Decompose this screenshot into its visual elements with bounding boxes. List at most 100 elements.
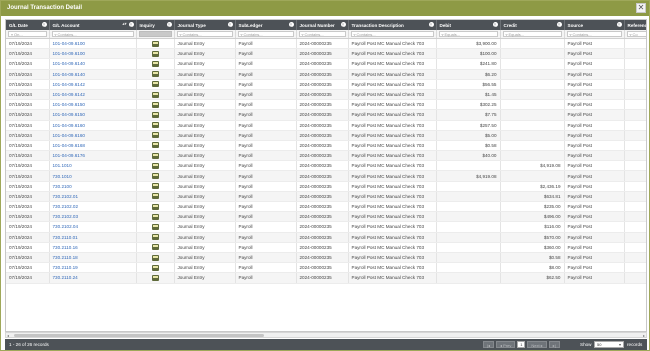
inquiry-cell[interactable] [136,252,175,264]
column-filter-input[interactable]: ▿Equals... [438,31,498,37]
table-row[interactable]: 07/19/2024 730.2100 Journal Entry Payroll 20… [6,181,646,192]
table-row[interactable]: 07/19/2024 730.2110.16 Journal Entry Payrol… [6,242,646,253]
gl-account-link[interactable]: 101-04-09.6140 [49,58,137,70]
table-row[interactable]: 07/19/2024 101-04-09.6160 Journal Entry Pay… [6,120,646,131]
scrollbar-thumb[interactable] [14,334,264,337]
page-size-select[interactable]: 50 [594,341,624,348]
gl-account-link[interactable]: 730.2110.24 [49,272,137,284]
inquiry-cell[interactable] [136,170,175,182]
inquiry-cell[interactable] [136,221,175,233]
column-header[interactable]: Transaction Description ⋮ [348,20,437,30]
column-filter-input[interactable]: ▿Co [626,31,646,37]
inquiry-icon[interactable] [151,213,159,220]
inquiry-cell[interactable] [136,99,175,111]
gl-account-link[interactable]: 730.1010 [49,170,137,182]
column-menu-icon[interactable]: ⋮ [227,22,233,27]
column-header[interactable]: Journal Number ⋮ [296,20,349,30]
inquiry-icon[interactable] [151,142,159,149]
inquiry-cell[interactable] [136,201,175,213]
gl-account-link[interactable]: 730.2102.01 [49,191,137,203]
table-row[interactable]: 07/19/2024 101-04-09.6150 Journal Entry Pay… [6,99,646,111]
page-number-input[interactable]: 1 [517,341,526,348]
inquiry-cell[interactable] [136,58,175,70]
table-row[interactable]: 07/19/2024 101-04-09.6160 Journal Entry Pay… [6,130,646,141]
inquiry-icon[interactable] [151,101,159,108]
gl-account-link[interactable]: 101-04-09.6142 [49,89,137,101]
scroll-right-icon[interactable]: ▸ [643,333,645,338]
inquiry-icon[interactable] [151,254,159,261]
sort-icon[interactable]: ▴▾ [122,21,126,26]
inquiry-icon[interactable] [151,122,159,129]
horizontal-scrollbar[interactable]: ◂ ▸ [5,332,647,338]
gl-account-link[interactable]: 101-04-09.6160 [49,130,137,141]
inquiry-cell[interactable] [136,262,175,274]
table-row[interactable]: 07/19/2024 101-04-09.6100 Journal Entry Pay… [6,38,646,50]
column-filter-input[interactable]: ▿Contains... [298,31,346,37]
gl-account-link[interactable]: 101-04-09.6100 [49,38,137,50]
gl-account-link[interactable]: 730.2110.19 [49,262,137,274]
table-row[interactable]: 07/19/2024 101-04-09.6168 Journal Entry Pay… [6,140,646,152]
inquiry-icon[interactable] [151,111,159,118]
inquiry-icon[interactable] [151,91,159,98]
gl-account-link[interactable]: 730.2110.18 [49,252,137,264]
gl-account-link[interactable]: 101-04-09.6140 [49,69,137,80]
table-row[interactable]: 07/19/2024 730.2102.04 Journal Entry Payrol… [6,221,646,233]
column-menu-icon[interactable]: ⋮ [128,22,134,27]
column-menu-icon[interactable]: ⋮ [166,22,172,27]
column-filter-input[interactable]: ▿On... [8,31,47,37]
table-row[interactable]: 07/19/2024 730.2102.03 Journal Entry Payrol… [6,211,646,223]
gl-account-link[interactable]: 101-04-09.6142 [49,79,137,90]
table-row[interactable]: 07/19/2024 730.2110.01 Journal Entry Payrol… [6,232,646,243]
column-filter-input[interactable]: ▿Contains... [350,31,434,37]
column-header[interactable]: SubLedger ⋮ [235,20,297,30]
gl-account-link[interactable]: 101-04-09.6168 [49,140,137,152]
inquiry-icon[interactable] [151,264,159,271]
column-menu-icon[interactable]: ⋮ [616,22,622,27]
gl-account-link[interactable]: 730.2102.03 [49,211,137,223]
inquiry-icon[interactable] [151,60,159,67]
column-filter-input[interactable] [138,31,172,37]
column-menu-icon[interactable]: ⋮ [288,22,294,27]
inquiry-cell[interactable] [136,109,175,121]
column-filter-input[interactable]: ▿Contains... [176,31,233,37]
inquiry-icon[interactable] [151,193,159,200]
inquiry-icon[interactable] [151,50,159,57]
column-filter-input[interactable]: ▿Equals... [502,31,562,37]
next-page-button[interactable]: Next ▸ [527,341,547,348]
inquiry-cell[interactable] [136,38,175,50]
column-filter-input[interactable]: ▿Contains... [237,31,294,37]
inquiry-cell[interactable] [136,191,175,203]
inquiry-icon[interactable] [151,234,159,241]
table-row[interactable]: 07/19/2024 101-04-09.6142 Journal Entry Pay… [6,79,646,90]
table-row[interactable]: 07/19/2024 730.2110.18 Journal Entry Payrol… [6,252,646,264]
inquiry-cell[interactable] [136,120,175,131]
gl-account-link[interactable]: 730.2110.01 [49,232,137,243]
column-header[interactable]: G/L Date ⋮ [6,20,50,30]
column-menu-icon[interactable]: ⋮ [556,22,562,27]
inquiry-cell[interactable] [136,48,175,60]
gl-account-link[interactable]: 101-04-09.6160 [49,120,137,131]
inquiry-cell[interactable] [136,211,175,223]
gl-account-link[interactable]: 101-04-09.6150 [49,109,137,121]
inquiry-cell[interactable] [136,181,175,192]
inquiry-icon[interactable] [151,40,159,47]
table-row[interactable]: 07/19/2024 101-04-09.6150 Journal Entry Pay… [6,109,646,121]
inquiry-cell[interactable] [136,232,175,243]
inquiry-icon[interactable] [151,223,159,230]
column-header[interactable]: Inquiry ⋮ [136,20,175,30]
inquiry-cell[interactable] [136,79,175,90]
column-header[interactable]: Credit ⋮ [500,20,565,30]
table-row[interactable]: 07/19/2024 101-04-09.6142 Journal Entry Pay… [6,89,646,101]
table-row[interactable]: 07/19/2024 101-04-09.6100 Journal Entry Pay… [6,48,646,60]
table-row[interactable]: 07/19/2024 101-04-09.6140 Journal Entry Pay… [6,58,646,70]
inquiry-icon[interactable] [151,132,159,139]
table-row[interactable]: 07/19/2024 101-04-09.6140 Journal Entry Pay… [6,69,646,80]
gl-account-link[interactable]: 730.2100 [49,181,137,192]
inquiry-icon[interactable] [151,152,159,159]
last-page-button[interactable]: ▸| [548,341,560,348]
inquiry-cell[interactable] [136,130,175,141]
inquiry-cell[interactable] [136,272,175,284]
prev-page-button[interactable]: ◂ Prev [496,341,516,348]
gl-account-link[interactable]: 101-04-09.6150 [49,99,137,111]
table-row[interactable]: 07/19/2024 730.2102.01 Journal Entry Payrol… [6,191,646,203]
